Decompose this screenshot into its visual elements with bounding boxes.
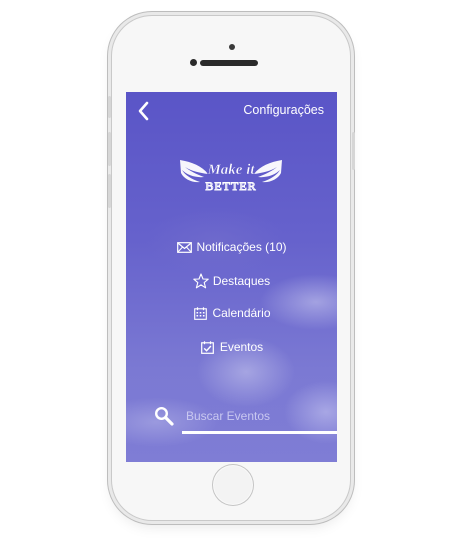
phone-power-button [352,132,355,170]
chevron-left-icon [138,101,149,121]
search-bar [154,404,337,434]
phone-sensor [229,44,235,50]
phone-speaker [200,60,258,66]
logo-line2: BETTER [205,179,256,193]
envelope-icon [176,239,192,255]
event-check-icon [200,339,216,355]
menu-item-calendar[interactable]: Calendário [126,302,337,324]
menu-label-calendar: Calendário [212,306,271,320]
app-screen: Configurações Make it BETTER Notificaçõe… [126,92,337,462]
phone-mute-switch [108,96,111,118]
calendar-icon [192,305,208,321]
search-underline [182,431,337,434]
menu-item-notifications[interactable]: Notificações (10) [126,236,337,258]
menu-item-events[interactable]: Eventos [126,336,337,358]
logo-line1: Make it [206,162,255,178]
phone-volume-up [108,132,111,166]
phone-home-button[interactable] [212,464,254,506]
back-button[interactable] [134,100,154,122]
menu-label-highlights: Destaques [212,274,271,288]
menu-label-events: Eventos [219,340,264,354]
settings-link[interactable]: Configurações [243,103,324,117]
phone-volume-down [108,174,111,208]
phone-front-camera [190,59,197,66]
menu-item-highlights[interactable]: Destaques [126,270,337,292]
menu-label-notifications: Notificações (10) [196,240,287,254]
search-input[interactable] [182,404,337,428]
search-icon[interactable] [154,406,174,426]
make-it-better-logo: Make it BETTER [180,160,282,193]
star-icon [193,273,209,289]
